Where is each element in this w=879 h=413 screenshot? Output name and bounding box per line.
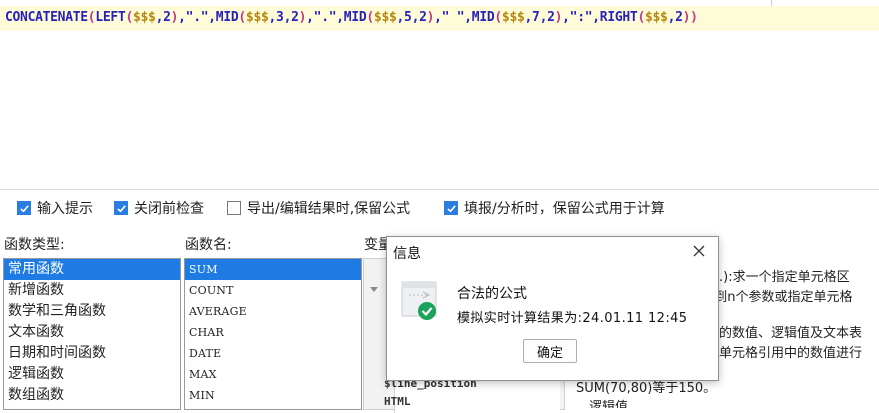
formula-token: ( bbox=[125, 10, 133, 25]
formula-token: $$$ bbox=[373, 10, 397, 25]
function-label: 函数名: bbox=[185, 237, 232, 253]
description-line: ,…):求一个指定单元格区 bbox=[706, 270, 850, 285]
option-keep-formula-calc[interactable]: 填报/分析时，保留公式用于计算 bbox=[444, 199, 665, 217]
formula-token: ( bbox=[238, 10, 246, 25]
formula-token: $$$ bbox=[644, 10, 668, 25]
formula-token: ," ", bbox=[434, 10, 472, 25]
formula-token: LEFT bbox=[95, 10, 126, 25]
function-item[interactable]: CHAR bbox=[185, 322, 361, 343]
expand-arrow-icon[interactable] bbox=[370, 287, 378, 292]
function-list[interactable]: SUM COUNT AVERAGE CHAR DATE MAX MIN bbox=[184, 258, 362, 410]
function-item[interactable]: COUNT bbox=[185, 280, 361, 301]
option-keep-formula-export[interactable]: 导出/编辑结果时,保留公式 bbox=[227, 199, 410, 217]
function-item[interactable]: MIN bbox=[185, 385, 361, 406]
dialog-result: 模拟实时计算结果为:24.01.11 12:45 bbox=[457, 311, 688, 326]
formula-token: ) bbox=[690, 10, 698, 25]
formula-token: RIGHT bbox=[599, 10, 638, 25]
option-check-before-close[interactable]: 关闭前检查 bbox=[114, 199, 204, 217]
valid-formula-icon bbox=[401, 281, 441, 323]
checkbox-keep-formula-calc-icon[interactable] bbox=[444, 201, 458, 215]
checkbox-check-before-close-icon[interactable] bbox=[114, 201, 128, 215]
formula-token: $$$ bbox=[132, 10, 156, 25]
option-keep-formula-export-label: 导出/编辑结果时,保留公式 bbox=[247, 201, 411, 217]
formula-text[interactable]: CONCATENATE(LEFT($$$,2),".",MID($$$,3,2)… bbox=[5, 10, 698, 25]
checkbox-input-hint-icon[interactable] bbox=[17, 201, 31, 215]
formula-token: ,":", bbox=[562, 10, 600, 25]
function-item[interactable]: AVERAGE bbox=[185, 301, 361, 322]
category-label: 函数类型: bbox=[4, 237, 65, 253]
formula-token: MID bbox=[215, 10, 239, 25]
ok-button[interactable]: 确定 bbox=[523, 339, 577, 363]
option-input-hint-label: 输入提示 bbox=[37, 201, 93, 217]
function-item[interactable]: DATE bbox=[185, 343, 361, 364]
function-item[interactable]: MAX bbox=[185, 364, 361, 385]
category-list[interactable]: 常用函数 新增函数 数学和三角函数 文本函数 日期和时间函数 逻辑函数 数组函数 bbox=[3, 258, 181, 410]
option-keep-formula-calc-label: 填报/分析时，保留公式用于计算 bbox=[464, 201, 665, 217]
formula-token: ,2 bbox=[667, 10, 683, 25]
variable-item[interactable]: HTML bbox=[384, 395, 411, 408]
category-item[interactable]: 文本函数 bbox=[4, 322, 180, 343]
option-check-before-close-label: 关闭前检查 bbox=[134, 201, 204, 217]
formula-token: ,".", bbox=[178, 10, 216, 25]
dialog-message: 合法的公式 bbox=[457, 286, 527, 302]
description-line: 成单元格引用中的数值进行 bbox=[706, 346, 863, 361]
close-icon[interactable] bbox=[688, 240, 710, 262]
formula-editor[interactable]: CONCATENATE(LEFT($$$,2),".",MID($$$,3,2)… bbox=[0, 6, 879, 190]
formula-token: CONCATENATE bbox=[5, 10, 88, 25]
formula-token: ,7,2 bbox=[524, 10, 555, 25]
category-item[interactable]: 新增函数 bbox=[4, 280, 180, 301]
formula-token: $$$ bbox=[501, 10, 525, 25]
formula-token: ( bbox=[366, 10, 374, 25]
formula-token: MID bbox=[471, 10, 495, 25]
options-row: 输入提示 关闭前检查 导出/编辑结果时,保留公式 填报/分析时，保留公式用于计算 bbox=[0, 196, 879, 220]
info-dialog: 信息 合法的公式 模拟实时计算结果为:24.01.11 12:45 确定 bbox=[386, 236, 719, 381]
category-item[interactable]: 数学和三角函数 bbox=[4, 301, 180, 322]
formula-current-line: CONCATENATE(LEFT($$$,2),".",MID($$$,3,2)… bbox=[0, 6, 879, 31]
category-item[interactable]: 日期和时间函数 bbox=[4, 343, 180, 364]
formula-token: ,3,2 bbox=[268, 10, 299, 25]
checkbox-keep-formula-export-icon[interactable] bbox=[227, 201, 241, 215]
category-item[interactable]: 常用函数 bbox=[4, 259, 180, 280]
category-item[interactable]: 数组函数 bbox=[4, 385, 180, 406]
option-input-hint[interactable]: 输入提示 bbox=[17, 199, 93, 217]
formula-token: ,".", bbox=[306, 10, 344, 25]
description-line: 1到n个参数或指定单元格 bbox=[706, 290, 853, 305]
description-line: 中的数值、逻辑值及文本表 bbox=[706, 326, 863, 341]
formula-token: ( bbox=[494, 10, 502, 25]
formula-token: ,5,2 bbox=[396, 10, 427, 25]
formula-token: $$$ bbox=[245, 10, 269, 25]
dialog-title: 信息 bbox=[393, 246, 421, 262]
formula-token: MID bbox=[343, 10, 367, 25]
formula-token: ,2 bbox=[155, 10, 171, 25]
formula-token: ( bbox=[637, 10, 645, 25]
function-item[interactable]: SUM bbox=[185, 259, 361, 280]
category-item[interactable]: 逻辑函数 bbox=[4, 364, 180, 385]
